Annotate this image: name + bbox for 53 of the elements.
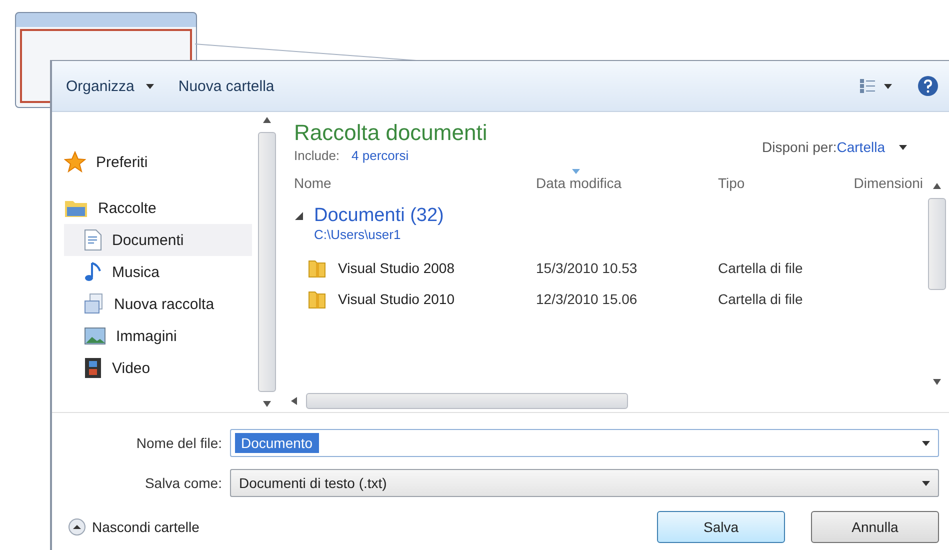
picture-icon [84,327,106,345]
scroll-down-icon[interactable] [933,378,941,386]
document-icon [84,229,102,251]
date-cell-text: 12/3/2010 15.06 [536,290,638,306]
scroll-up-icon[interactable] [263,116,271,124]
column-header[interactable]: Dimensioni [854,175,923,191]
file-name-cell[interactable]: Visual Studio 2010 [294,288,536,308]
dialog-button[interactable]: Salva [657,511,785,543]
new-folder-button[interactable]: Nuova cartella [178,76,274,96]
nav-item[interactable]: Immagini [64,320,252,352]
file-name-label: Nome del file: [135,435,222,451]
save-as-label: Salva come: [144,475,222,491]
type-cell-text: Cartella di file [718,260,804,276]
view-list-icon[interactable] [859,78,893,94]
scrollbar-thumb[interactable] [258,132,276,392]
expand-triangle-icon[interactable] [294,211,304,221]
nav-item[interactable]: Musica [64,256,252,288]
scroll-down-icon[interactable] [263,400,271,408]
nav-item[interactable]: Preferiti [64,146,252,178]
include-link[interactable]: 4 percorsi [352,148,409,163]
music-note-icon [84,261,102,283]
save-as-dropdown[interactable]: Documenti di testo (.txt) [230,469,939,497]
file-name-cell[interactable]: Visual Studio 2008 [294,258,536,278]
library-icon [84,293,104,315]
date-cell-text: 15/3/2010 10.53 [536,260,638,276]
help-icon[interactable] [917,75,939,97]
nav-item[interactable]: Documenti [64,224,252,256]
group-path: C:\Users\user1 [314,227,402,242]
hide-folders-button[interactable]: Nascondi cartelle [68,518,200,536]
column-header[interactable]: Data modifica [536,175,622,191]
organize-button[interactable]: Organizza [66,76,154,96]
include-label: Include: [294,148,340,163]
scrollbar-thumb[interactable] [306,393,628,409]
group-title[interactable]: Documenti (32) [314,205,444,227]
nav-item[interactable]: Raccolte [64,192,252,224]
scroll-up-icon[interactable] [933,182,941,190]
library-title: Raccolta documenti [294,120,488,146]
dialog-button[interactable]: Annulla [811,511,939,543]
nav-item[interactable]: Video [64,352,252,384]
scrollbar-thumb[interactable] [928,198,946,290]
star-icon [64,151,86,173]
folder-icon [308,258,326,278]
column-header[interactable]: Nome [294,175,332,191]
folder-icon [308,288,326,308]
arrange-by-dropdown[interactable]: Disponi per:Cartella [756,138,913,156]
type-cell-text: Cartella di file [718,290,804,306]
file-name-field[interactable]: Documento [230,429,939,457]
caret-icon [146,84,154,88]
column-header[interactable]: Tipo [718,175,745,191]
library-folder-icon [64,198,88,218]
film-icon [84,357,102,379]
scroll-left-icon[interactable] [290,397,298,405]
nav-item[interactable]: Nuova raccolta [64,288,252,320]
